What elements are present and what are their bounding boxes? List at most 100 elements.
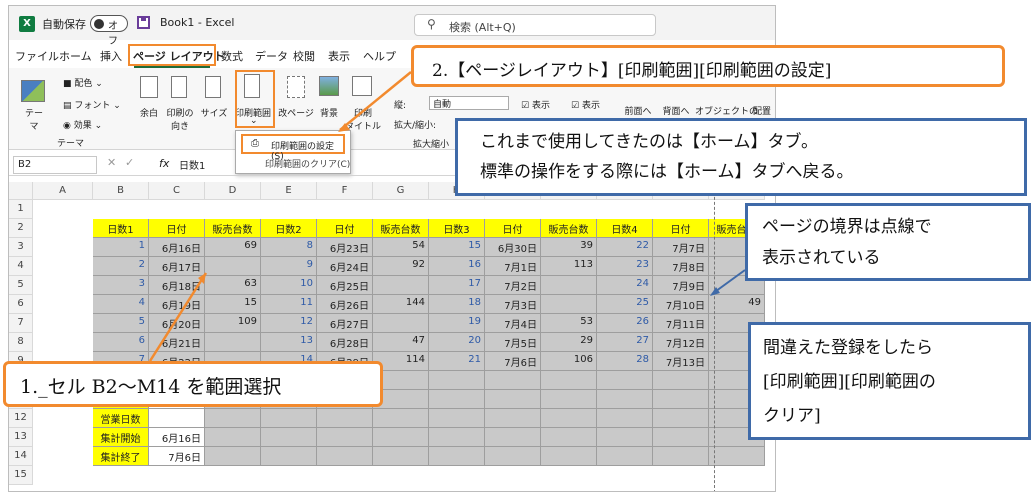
data-cell[interactable]: 11 — [261, 295, 317, 314]
data-cell[interactable]: 6月24日 — [317, 257, 373, 276]
data-cell[interactable]: 39 — [541, 238, 597, 257]
data-cell[interactable] — [429, 447, 485, 466]
header-cell[interactable]: 日数4 — [597, 219, 653, 238]
data-cell[interactable]: 12 — [261, 314, 317, 333]
size-label[interactable]: サイズ — [200, 106, 228, 119]
data-cell[interactable]: 27 — [597, 333, 653, 352]
data-cell[interactable]: 7月9日 — [653, 276, 709, 295]
tab-file[interactable]: ファイル — [15, 48, 59, 64]
data-cell[interactable]: 3 — [93, 276, 149, 295]
data-cell[interactable] — [597, 371, 653, 390]
data-cell[interactable]: 92 — [373, 257, 429, 276]
data-cell[interactable]: 49 — [709, 295, 765, 314]
effects-button[interactable]: ◉ 効果 ⌄ — [63, 118, 102, 131]
data-cell[interactable]: 17 — [429, 276, 485, 295]
row-header-14[interactable]: 14 — [9, 447, 33, 466]
data-cell[interactable]: 6月17日 — [149, 257, 205, 276]
data-cell[interactable] — [653, 428, 709, 447]
data-cell[interactable] — [485, 409, 541, 428]
data-cell[interactable]: 53 — [541, 314, 597, 333]
save-icon[interactable] — [137, 16, 150, 29]
set-print-area-item[interactable]: ⎙ 印刷範囲の設定(S) — [241, 134, 345, 162]
data-cell[interactable] — [597, 409, 653, 428]
size-icon[interactable] — [205, 76, 221, 98]
data-cell[interactable]: 144 — [373, 295, 429, 314]
data-cell[interactable]: 2 — [93, 257, 149, 276]
data-cell[interactable]: 113 — [541, 257, 597, 276]
height-select[interactable]: 自動 — [429, 96, 509, 110]
tab-home[interactable]: ホーム — [59, 48, 92, 64]
data-cell[interactable]: 6月23日 — [317, 238, 373, 257]
data-cell[interactable]: 6月30日 — [485, 238, 541, 257]
data-cell[interactable]: 7月4日 — [485, 314, 541, 333]
data-cell[interactable]: 19 — [429, 314, 485, 333]
data-cell[interactable] — [373, 276, 429, 295]
data-cell[interactable]: 15 — [429, 238, 485, 257]
data-cell[interactable]: 54 — [373, 238, 429, 257]
column-header-a[interactable]: A — [33, 182, 93, 200]
data-cell[interactable] — [597, 447, 653, 466]
row-header-3[interactable]: 3 — [9, 238, 33, 257]
background-label[interactable]: 背景 — [317, 106, 341, 119]
data-cell[interactable]: 7月11日 — [653, 314, 709, 333]
data-cell[interactable]: 6月19日 — [149, 295, 205, 314]
label-cell[interactable]: 営業日数 — [93, 409, 149, 428]
row-header-1[interactable]: 1 — [9, 200, 33, 219]
tab-help[interactable]: ヘルプ — [363, 48, 396, 64]
row-header-7[interactable]: 7 — [9, 314, 33, 333]
name-box[interactable]: B2 — [13, 156, 97, 174]
row-header-8[interactable]: 8 — [9, 333, 33, 352]
formula-enter-icon[interactable]: ✓ — [125, 156, 134, 169]
data-cell[interactable] — [485, 447, 541, 466]
data-cell[interactable]: 7月13日 — [653, 352, 709, 371]
theme-button-label[interactable]: テーマ — [21, 106, 47, 132]
data-cell[interactable] — [261, 409, 317, 428]
data-cell[interactable] — [373, 314, 429, 333]
label-value-cell[interactable]: 7月6日 — [149, 447, 205, 466]
theme-icon[interactable] — [21, 80, 45, 102]
header-cell[interactable]: 日数1 — [93, 219, 149, 238]
data-cell[interactable] — [373, 447, 429, 466]
data-cell[interactable]: 7月6日 — [485, 352, 541, 371]
data-cell[interactable]: 6月25日 — [317, 276, 373, 295]
data-cell[interactable]: 7月5日 — [485, 333, 541, 352]
data-cell[interactable]: 26 — [597, 314, 653, 333]
data-cell[interactable] — [541, 295, 597, 314]
row-header-13[interactable]: 13 — [9, 428, 33, 447]
label-value-cell[interactable] — [149, 409, 205, 428]
data-cell[interactable] — [653, 447, 709, 466]
data-cell[interactable] — [373, 409, 429, 428]
header-cell[interactable]: 販売台数 — [373, 219, 429, 238]
search-input[interactable]: ⚲ 検索 (Alt+Q) — [414, 14, 656, 36]
data-cell[interactable]: 6月28日 — [317, 333, 373, 352]
data-cell[interactable] — [429, 371, 485, 390]
tab-formulas[interactable]: 数式 — [221, 48, 243, 64]
orientation-icon[interactable] — [171, 76, 187, 98]
data-cell[interactable]: 6月20日 — [149, 314, 205, 333]
data-cell[interactable] — [373, 428, 429, 447]
tab-data[interactable]: データ — [255, 48, 288, 64]
data-cell[interactable]: 1 — [93, 238, 149, 257]
data-cell[interactable]: 47 — [373, 333, 429, 352]
data-cell[interactable]: 7月8日 — [653, 257, 709, 276]
data-cell[interactable]: 63 — [205, 276, 261, 295]
fx-icon[interactable]: fx — [159, 157, 169, 170]
data-cell[interactable]: 7月2日 — [485, 276, 541, 295]
data-cell[interactable] — [317, 409, 373, 428]
data-cell[interactable] — [541, 428, 597, 447]
data-cell[interactable]: 13 — [261, 333, 317, 352]
data-cell[interactable] — [541, 409, 597, 428]
data-cell[interactable] — [205, 257, 261, 276]
data-cell[interactable] — [205, 409, 261, 428]
header-cell[interactable]: 日数3 — [429, 219, 485, 238]
background-icon[interactable] — [319, 76, 339, 96]
fonts-button[interactable]: ▤ フォント ⌄ — [63, 98, 121, 111]
select-all-corner[interactable] — [9, 182, 33, 200]
row-header-2[interactable]: 2 — [9, 219, 33, 238]
data-cell[interactable]: 15 — [205, 295, 261, 314]
column-header-e[interactable]: E — [261, 182, 317, 200]
data-cell[interactable]: 6月26日 — [317, 295, 373, 314]
header-cell[interactable]: 日付 — [149, 219, 205, 238]
header-cell[interactable]: 日数2 — [261, 219, 317, 238]
data-cell[interactable] — [485, 428, 541, 447]
